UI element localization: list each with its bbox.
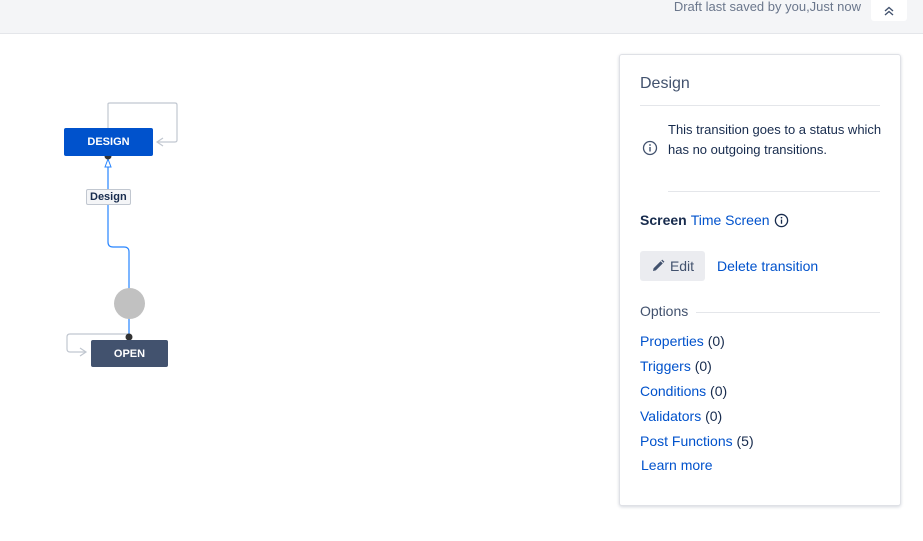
- top-bar: Draft last saved by you,Just now: [0, 0, 923, 34]
- transition-arrowhead: [104, 157, 112, 168]
- transition-details-panel: Design This transition goes to a status …: [619, 54, 901, 506]
- info-divider: [668, 191, 880, 192]
- workflow-diagram: [66, 102, 178, 357]
- triggers-count: (0): [690, 358, 712, 374]
- validators-count: (0): [701, 408, 723, 424]
- option-properties: Properties (0): [640, 332, 754, 357]
- title-divider: [640, 105, 880, 106]
- screen-link[interactable]: Time Screen: [691, 212, 770, 228]
- conditions-link[interactable]: Conditions: [640, 383, 706, 399]
- properties-count: (0): [703, 333, 725, 349]
- workflow-canvas[interactable]: DESIGN Design OPEN: [0, 34, 610, 541]
- option-validators: Validators (0): [640, 407, 754, 432]
- double-chevron-up-icon: [884, 6, 894, 16]
- pencil-icon: [652, 259, 665, 271]
- screen-row: Screen Time Screen: [640, 212, 789, 228]
- option-post-functions: Post Functions (5): [640, 432, 754, 457]
- panel-title: Design: [640, 75, 690, 92]
- triggers-link[interactable]: Triggers: [640, 358, 691, 374]
- transition-label[interactable]: Design: [86, 189, 131, 205]
- option-conditions: Conditions (0): [640, 382, 754, 407]
- post-functions-count: (5): [732, 433, 754, 449]
- edit-button[interactable]: Edit: [640, 251, 705, 281]
- status-node-design[interactable]: DESIGN: [64, 128, 153, 156]
- validators-link[interactable]: Validators: [640, 408, 701, 424]
- edit-button-label: Edit: [669, 258, 695, 274]
- collapse-button[interactable]: [871, 0, 907, 21]
- screen-label: Screen: [640, 212, 687, 228]
- option-triggers: Triggers (0): [640, 357, 754, 382]
- options-heading: Options: [640, 303, 689, 319]
- learn-more-link[interactable]: Learn more: [641, 457, 713, 473]
- screen-info-icon[interactable]: [774, 213, 789, 228]
- info-message-text: This transition goes to a status which h…: [668, 122, 882, 157]
- status-node-open[interactable]: OPEN: [91, 340, 168, 367]
- post-functions-link[interactable]: Post Functions: [640, 433, 733, 449]
- options-list: Properties (0) Triggers (0) Conditions (…: [640, 332, 754, 457]
- draft-status-text: Draft last saved by you,Just now: [673, 0, 861, 14]
- properties-link[interactable]: Properties: [640, 333, 704, 349]
- conditions-count: (0): [706, 383, 728, 399]
- options-divider: [696, 312, 880, 313]
- initial-node[interactable]: [114, 288, 145, 319]
- info-icon: [642, 140, 658, 156]
- delete-transition-link[interactable]: Delete transition: [717, 258, 818, 274]
